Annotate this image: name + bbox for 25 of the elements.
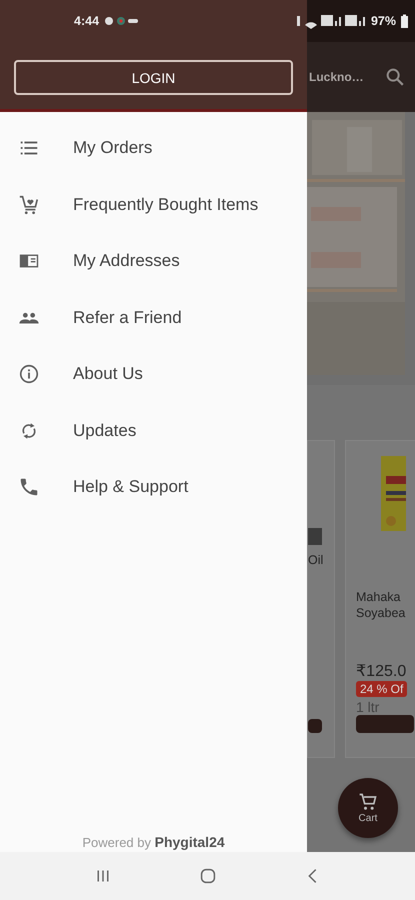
product-name: Mahaka: [356, 589, 402, 605]
login-button[interactable]: LOGIN: [14, 60, 293, 95]
search-icon: [384, 66, 406, 88]
menu-item[interactable]: My Orders: [0, 120, 307, 176]
discount-tag: 24 % Of: [356, 681, 408, 697]
add-button[interactable]: [308, 718, 322, 733]
menu-item[interactable]: Refer a Friend: [0, 290, 307, 346]
signal-icons: [296, 13, 367, 29]
menu-item[interactable]: About Us: [0, 346, 307, 402]
battery-percent: 97%: [370, 14, 396, 28]
battery-icon: [400, 13, 409, 29]
cart-icon: [358, 792, 378, 812]
clock: 4:44: [74, 14, 100, 28]
product-card[interactable]: Oil: [307, 440, 335, 758]
menu-item[interactable]: Help & Support: [0, 459, 307, 516]
info-icon: [18, 363, 40, 386]
location-label[interactable]: Luckno…: [309, 70, 364, 84]
menu-item[interactable]: Frequently Bought Items: [0, 176, 307, 233]
product-name: Soyabea: [356, 605, 406, 621]
menu-item[interactable]: My Addresses: [0, 233, 307, 290]
powered-by-text: Powered by Phygital24: [81, 834, 226, 852]
product-name: Oil: [308, 552, 324, 568]
product-price: ₹125.0: [356, 662, 408, 681]
cart-heart-icon: [18, 194, 40, 216]
menu-item[interactable]: Updates: [0, 402, 307, 459]
